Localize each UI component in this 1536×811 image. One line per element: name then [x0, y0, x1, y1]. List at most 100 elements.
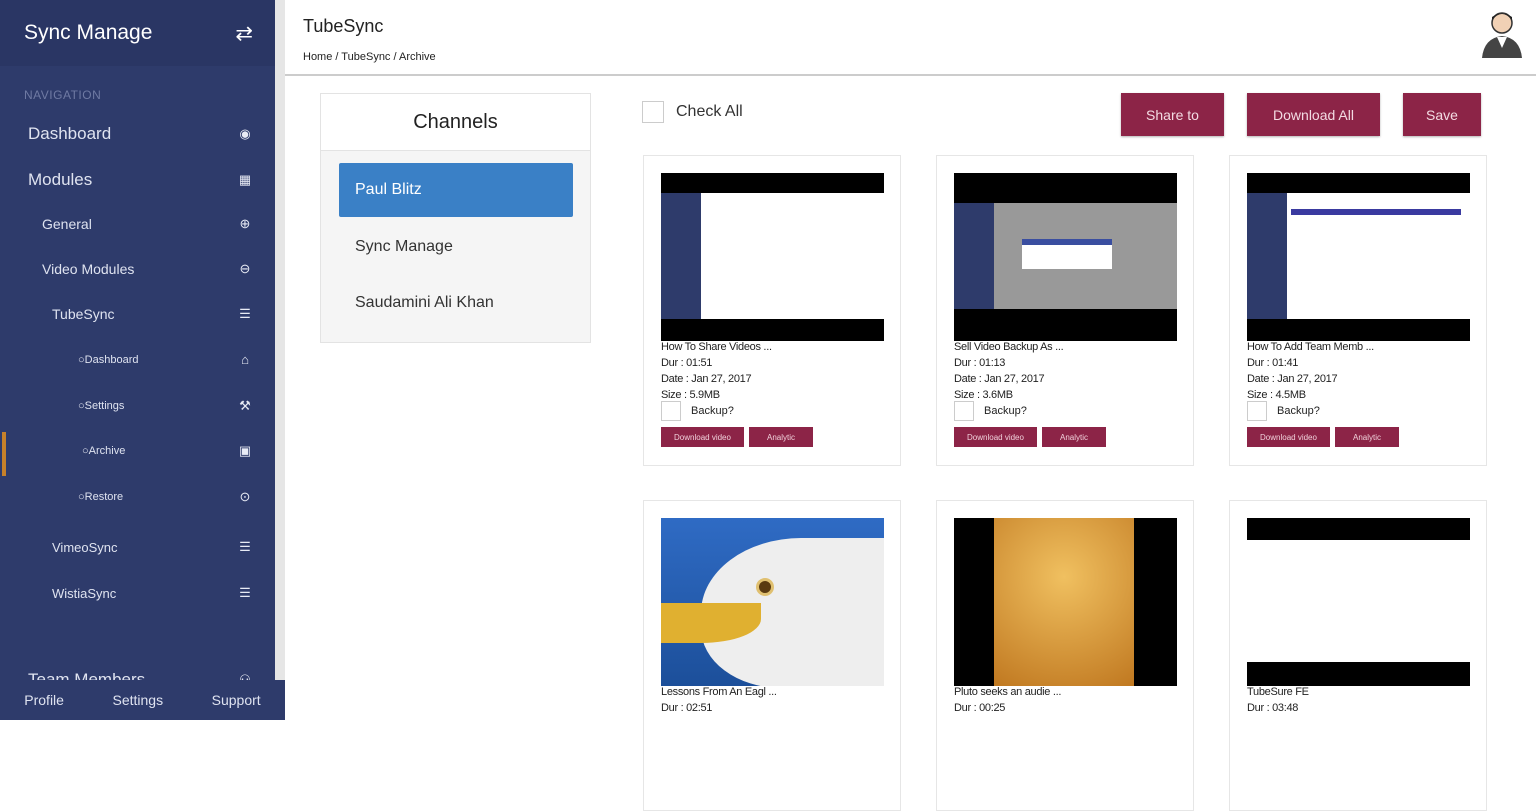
download-video-button[interactable]: Download video: [1247, 427, 1330, 447]
video-card: TubeSure FE Dur : 03:48: [1229, 500, 1487, 811]
footer-support[interactable]: Support: [212, 692, 261, 708]
video-card: How To Add Team Memb ... Dur : 01:41 Date …: [1229, 155, 1487, 466]
video-title: How To Add Team Memb ...: [1247, 341, 1374, 353]
video-card: Lessons From An Eagl ... Dur : 02:51: [643, 500, 901, 811]
sidebar-item-label: VimeoSync: [52, 539, 118, 555]
sidebar-item-label: TubeSync: [52, 306, 115, 322]
dashboard-icon: ◉: [239, 126, 251, 141]
sidebar-item-label: Dashboard: [28, 124, 112, 143]
sidebar-item[interactable]: VimeoSync ☰: [0, 539, 275, 555]
video-size: Size : 3.6MB: [954, 389, 1013, 401]
bullet-icon: ○: [78, 353, 85, 366]
list-icon: ☰: [239, 539, 251, 554]
video-title: How To Share Videos ...: [661, 341, 772, 353]
video-thumbnail[interactable]: [954, 518, 1177, 686]
video-size: Size : 4.5MB: [1247, 389, 1306, 401]
analytic-button[interactable]: Analytic: [749, 427, 813, 447]
nav-label: NAVIGATION: [24, 88, 102, 102]
archive-icon: ▣: [238, 443, 252, 458]
video-title: Sell Video Backup As ...: [954, 341, 1064, 353]
sidebar-item[interactable]: General ⊕: [0, 216, 275, 232]
footer-profile[interactable]: Profile: [24, 692, 64, 708]
bullet-icon: ○: [78, 491, 85, 503]
channel-item[interactable]: Saudamini Ali Khan: [339, 276, 573, 330]
sidebar-item[interactable]: WistiaSync ☰: [0, 585, 275, 601]
avatar[interactable]: [1480, 8, 1524, 58]
analytic-button[interactable]: Analytic: [1042, 427, 1106, 447]
sidebar-item-label: General: [42, 216, 92, 232]
video-card: Sell Video Backup As ... Dur : 01:13 Date …: [936, 155, 1194, 466]
video-card: Pluto seeks an audie ... Dur : 00:25: [936, 500, 1194, 811]
video-dur: Dur : 01:51: [661, 357, 713, 369]
channel-item-selected[interactable]: Paul Blitz: [339, 163, 573, 217]
backup-toggle[interactable]: Backup?: [661, 401, 734, 421]
backup-toggle[interactable]: Backup?: [954, 401, 1027, 421]
page-title: TubeSync: [303, 16, 384, 36]
check-all[interactable]: Check All: [642, 101, 743, 123]
video-size: Size : 5.9MB: [661, 389, 720, 401]
wrench-icon: ⚒: [239, 398, 251, 413]
video-card: How To Share Videos ... Dur : 01:51 Date :…: [643, 155, 901, 466]
plus-circle-icon: ⊕: [239, 216, 251, 231]
video-thumbnail[interactable]: [661, 173, 884, 341]
video-dur: Dur : 03:48: [1247, 702, 1299, 714]
sidebar-item[interactable]: ○ Settings ⚒: [0, 398, 275, 414]
video-title: Pluto seeks an audie ...: [954, 686, 1062, 698]
video-thumbnail[interactable]: [661, 518, 884, 686]
header: TubeSync Home / TubeSync / Archive: [285, 0, 1536, 76]
brand: Sync Manage ⇄: [0, 0, 275, 66]
active-indicator: [2, 432, 6, 476]
backup-label: Backup?: [984, 405, 1027, 417]
home-icon: ⌂: [241, 352, 249, 367]
video-thumbnail[interactable]: [1247, 173, 1470, 341]
download-all-button[interactable]: Download All: [1247, 93, 1380, 136]
backup-checkbox[interactable]: [1247, 401, 1267, 421]
sidebar-item-label: Dashboard: [84, 353, 139, 366]
video-dur: Dur : 01:41: [1247, 357, 1299, 369]
restore-icon: ⊙: [239, 489, 251, 504]
sidebar-item[interactable]: Dashboard ◉: [0, 124, 275, 144]
sidebar-scrollbar[interactable]: [275, 0, 285, 680]
sidebar: Sync Manage ⇄ NAVIGATION Dashboard ◉ Modul…: [0, 0, 275, 720]
list-icon: ☰: [239, 585, 251, 600]
video-dur: Dur : 01:13: [954, 357, 1006, 369]
backup-label: Backup?: [1277, 405, 1320, 417]
minus-circle-icon: ⊖: [239, 261, 251, 276]
check-all-checkbox[interactable]: [642, 101, 664, 123]
video-date: Date : Jan 27, 2017: [954, 373, 1045, 385]
check-all-label: Check All: [676, 103, 743, 120]
video-date: Date : Jan 27, 2017: [661, 373, 752, 385]
download-video-button[interactable]: Download video: [661, 427, 744, 447]
list-icon: ☰: [239, 306, 251, 321]
footer-settings[interactable]: Settings: [113, 692, 164, 708]
sidebar-item[interactable]: Modules ▦: [0, 170, 275, 190]
channel-item[interactable]: Sync Manage: [339, 220, 573, 274]
sidebar-item-label: Archive: [88, 445, 126, 457]
sidebar-item[interactable]: Video Modules ⊖: [0, 261, 275, 277]
sidebar-item[interactable]: ○ Restore ⊙: [0, 489, 275, 505]
sidebar-item[interactable]: ○ Archive ▣: [0, 443, 275, 459]
video-date: Date : Jan 27, 2017: [1247, 373, 1338, 385]
share-button[interactable]: Share to: [1121, 93, 1224, 136]
download-video-button[interactable]: Download video: [954, 427, 1037, 447]
brand-title: Sync Manage: [24, 21, 153, 44]
sidebar-item-label: Modules: [28, 170, 93, 189]
bullet-icon: ○: [78, 400, 85, 412]
video-thumbnail[interactable]: [954, 173, 1177, 341]
sidebar-item-label: Video Modules: [42, 261, 135, 277]
sidebar-item[interactable]: ○ Dashboard ⌂: [0, 352, 275, 367]
video-title: TubeSure FE: [1247, 686, 1309, 698]
backup-toggle[interactable]: Backup?: [1247, 401, 1320, 421]
sidebar-item[interactable]: TubeSync ☰: [0, 306, 275, 322]
video-dur: Dur : 00:25: [954, 702, 1006, 714]
breadcrumb[interactable]: Home / TubeSync / Archive: [303, 51, 436, 63]
table-icon: ▦: [238, 172, 252, 187]
sidebar-footer: Profile Settings Support: [0, 680, 285, 720]
toggle-sidebar-icon[interactable]: ⇄: [235, 21, 253, 46]
video-thumbnail[interactable]: [1247, 518, 1470, 686]
backup-label: Backup?: [691, 405, 734, 417]
analytic-button[interactable]: Analytic: [1335, 427, 1399, 447]
backup-checkbox[interactable]: [661, 401, 681, 421]
save-button[interactable]: Save: [1403, 93, 1481, 136]
backup-checkbox[interactable]: [954, 401, 974, 421]
